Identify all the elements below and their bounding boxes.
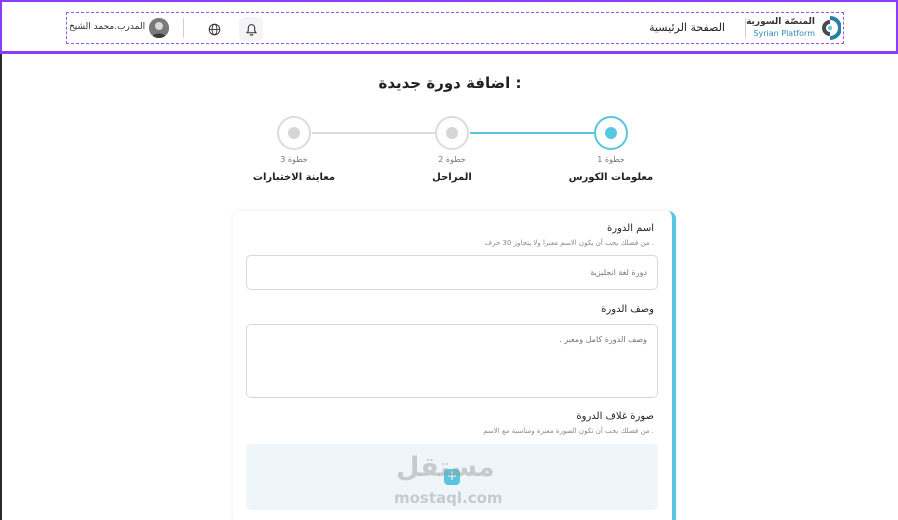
step-dot <box>605 127 617 139</box>
step-1-indicator[interactable] <box>594 116 628 150</box>
notifications-button[interactable] <box>239 17 263 41</box>
step-3-indicator[interactable] <box>277 116 311 150</box>
language-button[interactable] <box>202 17 226 41</box>
logo-mark-icon <box>822 16 841 40</box>
course-name-input[interactable] <box>246 255 658 290</box>
step-2-number: خطوة 2 <box>438 155 466 164</box>
watermark-arabic: مستقل <box>396 452 495 483</box>
bell-icon <box>245 23 257 36</box>
user-photo-icon <box>149 18 169 38</box>
logo-arabic-text: المنصّة السورية <box>746 17 815 27</box>
step-1-name: معلومات الكورس <box>568 172 654 183</box>
step-dot <box>446 127 458 139</box>
globe-icon <box>208 23 220 35</box>
step-1-number: خطوة 1 <box>597 155 625 164</box>
watermark-latin: mostaql.com <box>394 489 503 507</box>
logo-english-text: Syrian Platform <box>753 29 815 38</box>
divider <box>745 18 746 38</box>
course-name-hint: من فضلك يجب أن يكون الاسم معبرا ولا يتجا… <box>484 239 654 247</box>
step-dot <box>288 127 300 139</box>
course-name-label: اسم الدورة <box>607 223 654 234</box>
home-link[interactable]: الصفحة الرئيسية <box>649 21 725 34</box>
step-3-number: خطوة 3 <box>280 155 308 164</box>
cover-image-hint: من فضلك يجب أن تكون الصورة معبرة ومناسبة… <box>483 427 654 435</box>
description-textarea[interactable] <box>246 324 658 398</box>
top-frame: المنصّة السورية Syrian Platform الصفحة ا… <box>0 0 898 54</box>
cover-image-label: صورة غلاف الدروة <box>576 411 654 422</box>
header-bar: المنصّة السورية Syrian Platform الصفحة ا… <box>66 12 844 44</box>
step-3-name: معاينة الاختبارات <box>252 172 336 183</box>
side-border <box>0 54 2 520</box>
page-title: اضافة دورة جديدة : <box>378 74 522 92</box>
step-2-name: المراحل <box>432 172 472 183</box>
avatar[interactable] <box>149 18 169 38</box>
divider <box>183 18 184 38</box>
description-label: وصف الدورة <box>601 304 654 315</box>
step-connector <box>470 132 596 134</box>
step-2-indicator[interactable] <box>435 116 469 150</box>
user-name[interactable]: المدرب.محمد الشيخ <box>69 22 145 32</box>
logo[interactable]: المنصّة السورية Syrian Platform <box>746 15 841 41</box>
step-connector <box>312 132 437 134</box>
